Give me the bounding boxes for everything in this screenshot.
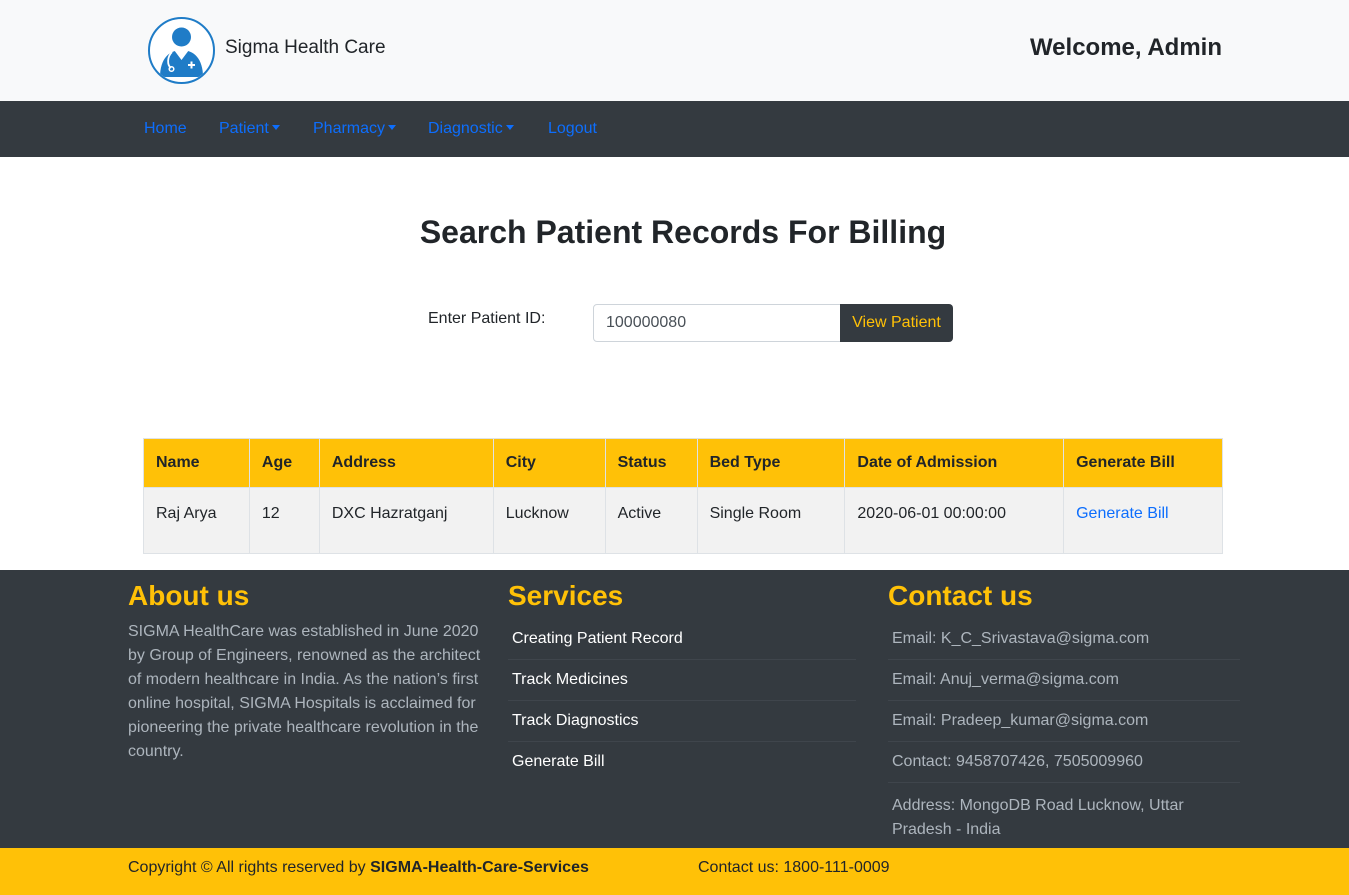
- nav-logout-label: Logout: [548, 120, 597, 137]
- caret-down-icon: [388, 125, 397, 130]
- table-row: Raj Arya 12 DXC Hazratganj Lucknow Activ…: [143, 487, 1223, 554]
- service-item-track-diagnostics[interactable]: Track Diagnostics: [508, 701, 856, 742]
- nav-patient-label: Patient: [219, 120, 269, 137]
- caret-down-icon: [271, 125, 280, 130]
- caret-down-icon: [505, 125, 514, 130]
- generate-bill-link[interactable]: Generate Bill: [1076, 505, 1169, 522]
- col-header-generate-bill: Generate Bill: [1063, 438, 1223, 488]
- copyright-org: SIGMA-Health-Care-Services: [370, 859, 589, 876]
- cell-date-of-admission: 2020-06-01 00:00:00: [844, 487, 1065, 554]
- patient-id-label: Enter Patient ID:: [428, 310, 546, 327]
- brand-name[interactable]: Sigma Health Care: [225, 37, 386, 59]
- services-list: Creating Patient Record Track Medicines …: [508, 619, 856, 783]
- nav-pharmacy-label: Pharmacy: [313, 120, 386, 137]
- footer-contact-number: Contact us: 1800-111-0009: [698, 859, 890, 876]
- nav-diagnostic-dropdown[interactable]: Diagnostic: [428, 120, 514, 138]
- copyright-bar: Copyright © All rights reserved by SIGMA…: [0, 848, 1349, 895]
- footer: About us SIGMA HealthCare was establishe…: [0, 570, 1349, 848]
- contact-address: Address: MongoDB Road Lucknow, Uttar Pra…: [892, 797, 1184, 838]
- cell-city: Lucknow: [492, 487, 606, 554]
- contact-phone: Contact: 9458707426, 7505009960: [888, 742, 1240, 783]
- top-header: Sigma Health Care Welcome, Admin: [0, 0, 1349, 101]
- about-us-heading: About us: [128, 580, 250, 611]
- cell-status: Active: [604, 487, 698, 554]
- nav-patient-dropdown[interactable]: Patient: [219, 120, 280, 138]
- welcome-message: Welcome, Admin: [1029, 34, 1222, 61]
- contact-email-3: Email: Pradeep_kumar@sigma.com: [888, 701, 1240, 742]
- patient-id-input[interactable]: [593, 304, 841, 342]
- nav-diagnostic-label: Diagnostic: [428, 120, 503, 137]
- doctor-avatar-icon[interactable]: [148, 17, 215, 84]
- contact-email-2: Email: Anuj_verma@sigma.com: [888, 660, 1240, 701]
- contact-list: Email: K_C_Srivastava@sigma.com Email: A…: [888, 619, 1240, 851]
- contact-email-1: Email: K_C_Srivastava@sigma.com: [888, 619, 1240, 660]
- patient-records-table: Name Age Address City Status Bed Type Da…: [143, 438, 1223, 554]
- cell-name: Raj Arya: [143, 487, 250, 554]
- col-header-bed-type: Bed Type: [696, 438, 846, 488]
- col-header-address: Address: [318, 438, 494, 488]
- main-navbar: Home Patient Pharmacy Diagnostic Logout: [0, 101, 1349, 157]
- service-item-track-medicines[interactable]: Track Medicines: [508, 660, 856, 701]
- nav-home-label: Home: [144, 120, 187, 137]
- nav-logout[interactable]: Logout: [548, 120, 597, 138]
- col-header-age: Age: [248, 438, 320, 488]
- service-item-generate-bill[interactable]: Generate Bill: [508, 742, 856, 783]
- about-us-text: SIGMA HealthCare was established in June…: [128, 623, 481, 760]
- table-header-row: Name Age Address City Status Bed Type Da…: [143, 438, 1223, 488]
- nav-home[interactable]: Home: [144, 120, 187, 138]
- service-item-creating-patient-record[interactable]: Creating Patient Record: [508, 619, 856, 660]
- cell-age: 12: [248, 487, 320, 554]
- col-header-status: Status: [604, 438, 698, 488]
- services-heading: Services: [508, 580, 624, 611]
- copyright-prefix: Copyright © All rights reserved by: [128, 859, 366, 876]
- view-patient-button[interactable]: View Patient: [840, 304, 953, 342]
- cell-generate-bill: Generate Bill: [1063, 487, 1223, 554]
- page-title: Search Patient Records For Billing: [419, 214, 947, 250]
- col-header-date-of-admission: Date of Admission: [844, 438, 1065, 488]
- nav-pharmacy-dropdown[interactable]: Pharmacy: [313, 120, 397, 138]
- copyright-text: Copyright © All rights reserved by SIGMA…: [128, 859, 589, 877]
- col-header-name: Name: [143, 438, 250, 488]
- contact-us-heading: Contact us: [888, 580, 1033, 611]
- col-header-city: City: [492, 438, 606, 488]
- cell-bed-type: Single Room: [696, 487, 846, 554]
- cell-address: DXC Hazratganj: [318, 487, 494, 554]
